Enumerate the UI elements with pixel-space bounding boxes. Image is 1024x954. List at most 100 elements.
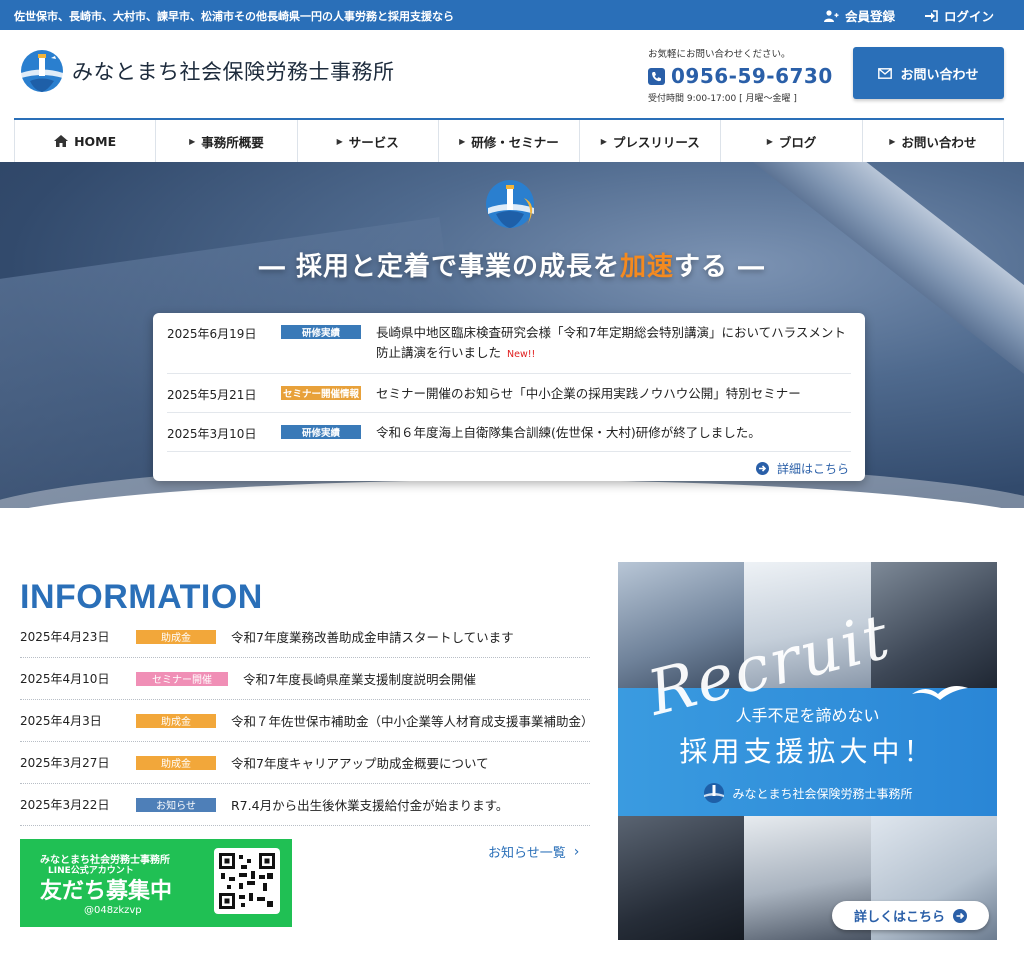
nav-contact-label: お問い合わせ [901, 134, 977, 150]
information-category-badge: セミナー開催 [136, 671, 228, 686]
information-category-badge: 助成金 [136, 713, 216, 728]
envelope-icon [878, 67, 893, 79]
news-title-text: 長崎県中地区臨床検査研究会様「令和7年定期総会特別講演」においてハラスメント防止… [376, 325, 846, 360]
news-category-badge: セミナー開催情報 [281, 386, 361, 400]
lighthouse-logo-icon [21, 50, 63, 92]
nav-training[interactable]: ▶ 研修・セミナー [437, 120, 579, 162]
hero-slogan: ― 採用と定着で事業の成長を加速する ― [0, 246, 1024, 283]
information-date: 2025年4月23日 [20, 630, 110, 644]
hero-slogan-end: する ― [674, 252, 766, 282]
lighthouse-emblem-icon [486, 180, 534, 228]
news-title[interactable]: 令和６年度海上自衛隊集合訓練(佐世保・大村)研修が終了しました。 [376, 423, 761, 443]
caret-right-icon: ▶ [189, 136, 196, 146]
recruit-banner[interactable]: Recruit 人手不足を諦めない 採用支援拡大中！ みなとまち社会保険労務士事… [618, 562, 997, 940]
information-more-link[interactable]: お知らせ一覧 › [488, 842, 580, 862]
information-more-label: お知らせ一覧 [488, 846, 566, 861]
nav-training-label: 研修・セミナー [471, 134, 559, 150]
qr-code-icon [219, 853, 275, 909]
hero-section: ― 採用と定着で事業の成長を加速する ― 2025年6月19日 研修実績 長崎県… [0, 162, 1024, 508]
information-item[interactable]: 2025年3月27日 助成金 令和7年度キャリアアップ助成金概要について [20, 742, 590, 784]
recruit-details-button[interactable]: 詳しくはこちら [832, 901, 989, 930]
main-navigation: HOME ▶ 事務所概要 ▶ サービス ▶ 研修・セミナー ▶ プレスリリース ▶ ブログ… [14, 118, 1004, 162]
information-date: 2025年3月27日 [20, 756, 110, 770]
information-date: 2025年4月3日 [20, 714, 102, 728]
phone-icon [648, 67, 665, 85]
caret-right-icon: ▶ [766, 136, 773, 146]
news-date: 2025年3月10日 [167, 427, 257, 441]
home-icon [54, 135, 69, 147]
news-more-link[interactable]: 詳細はこちら [755, 460, 849, 477]
contact-info: お気軽にお問い合わせください。 0956-59-6730 受付時間 9:00-1… [648, 46, 838, 104]
information-title[interactable]: 令和7年度業務改善助成金申請スタートしています [231, 627, 514, 646]
photo-suit-tie [618, 816, 744, 940]
information-title[interactable]: 令和7年度キャリアアップ助成金概要について [231, 753, 489, 772]
site-tagline: 佐世保市、長崎市、大村市、諫早市、松浦市その他長崎県一円の人事労務と採用支援なら [14, 10, 454, 23]
new-label: New!! [507, 349, 536, 360]
information-title[interactable]: 令和７年佐世保市補助金（中小企業等人材育成支援事業補助金） [231, 711, 594, 730]
caret-right-icon: ▶ [889, 136, 896, 146]
lighthouse-logo-icon [704, 783, 725, 803]
nav-press[interactable]: ▶ プレスリリース [579, 120, 720, 162]
chevron-right-icon: › [573, 843, 580, 860]
information-item[interactable]: 2025年4月3日 助成金 令和７年佐世保市補助金（中小企業等人材育成支援事業補… [20, 700, 594, 742]
nav-about-label: 事務所概要 [201, 134, 264, 150]
qr-code [214, 848, 280, 914]
news-item[interactable]: 2025年6月19日 研修実績 長崎県中地区臨床検査研究会様「令和7年定期総会特… [167, 313, 851, 374]
news-date: 2025年5月21日 [167, 388, 257, 402]
information-item[interactable]: 2025年3月22日 お知らせ R7.4月から出生後休業支援給付金が始まります。 [20, 784, 590, 826]
caret-right-icon: ▶ [336, 136, 343, 146]
contact-note: お気軽にお問い合わせください。 [648, 49, 791, 60]
line-friend-banner[interactable]: みなとまち社会労務士事務所 LINE公式アカウント 友だち募集中 @048zkz… [20, 839, 292, 927]
line-banner-id: @048zkzvp [84, 905, 142, 916]
business-hours: 受付時間 9:00-17:00 [ 月曜～金曜 ] [648, 94, 797, 104]
site-logo[interactable]: みなとまち社会保険労務士事務所 [18, 48, 395, 94]
login-link[interactable]: ログイン [924, 6, 994, 25]
phone-number-text: 0956-59-6730 [671, 64, 833, 88]
news-category-badge: 研修実績 [281, 425, 361, 439]
hero-slogan-start: ― 採用と定着で事業の成長を [258, 252, 620, 282]
inquiry-button[interactable]: お問い合わせ [853, 47, 1004, 99]
inquiry-button-label: お問い合わせ [900, 67, 979, 83]
site-title: みなとまち社会保険労務士事務所 [72, 60, 395, 84]
information-item[interactable]: 2025年4月10日 セミナー開催 令和7年度長崎県産業支援制度説明会開催 [20, 658, 590, 700]
recruit-details-label: 詳しくはこちら [853, 910, 945, 925]
information-heading: INFORMATION [20, 578, 263, 616]
information-item[interactable]: 2025年4月23日 助成金 令和7年度業務改善助成金申請スタートしています [20, 616, 590, 658]
top-bar: 佐世保市、長崎市、大村市、諫早市、松浦市その他長崎県一円の人事労務と採用支援なら… [0, 0, 1024, 30]
nav-services[interactable]: ▶ サービス [296, 120, 438, 162]
nav-blog-label: ブログ [778, 134, 817, 150]
nav-about[interactable]: ▶ 事務所概要 [155, 120, 296, 162]
news-item[interactable]: 2025年3月10日 研修実績 令和６年度海上自衛隊集合訓練(佐世保・大村)研修… [167, 413, 851, 452]
information-title[interactable]: 令和7年度長崎県産業支援制度説明会開催 [243, 669, 476, 688]
information-category-badge: 助成金 [136, 629, 216, 644]
user-plus-icon [823, 9, 839, 22]
nav-services-label: サービス [348, 134, 399, 150]
nav-home-label: HOME [74, 133, 117, 149]
login-label: ログイン [943, 9, 994, 24]
information-date: 2025年3月22日 [20, 798, 110, 812]
recruit-org-name: みなとまち社会保険労務士事務所 [732, 786, 913, 801]
nav-press-label: プレスリリース [612, 134, 700, 150]
information-title[interactable]: R7.4月から出生後休業支援給付金が始まります。 [231, 795, 508, 814]
nav-blog[interactable]: ▶ ブログ [720, 120, 861, 162]
information-category-badge: 助成金 [136, 755, 216, 770]
news-category-badge: 研修実績 [281, 325, 361, 339]
hero-slogan-accent: 加速 [619, 252, 674, 282]
hero-news-card: 2025年6月19日 研修実績 長崎県中地区臨床検査研究会様「令和7年定期総会特… [153, 313, 865, 481]
phone-number[interactable]: 0956-59-6730 [648, 64, 838, 88]
news-title[interactable]: 長崎県中地区臨床検査研究会様「令和7年定期総会特別講演」においてハラスメント防止… [376, 323, 851, 365]
information-category-badge: お知らせ [136, 797, 216, 812]
news-item[interactable]: 2025年5月21日 セミナー開催情報 セミナー開催のお知らせ「中小企業の採用実… [167, 374, 851, 413]
information-date: 2025年4月10日 [20, 672, 110, 686]
member-register-link[interactable]: 会員登録 [823, 6, 895, 25]
arrow-circle-right-icon [755, 462, 769, 475]
recruit-org: みなとまち社会保険労務士事務所 [618, 782, 997, 804]
nav-contact[interactable]: ▶ お問い合わせ [861, 120, 1004, 162]
recruit-headline: 採用支援拡大中！ [679, 735, 936, 768]
site-header: みなとまち社会保険労務士事務所 お気軽にお問い合わせください。 0956-59-… [0, 30, 1024, 118]
nav-home[interactable]: HOME [14, 120, 155, 162]
news-title[interactable]: セミナー開催のお知らせ「中小企業の採用実践ノウハウ公開」特別セミナー [376, 384, 801, 404]
member-register-label: 会員登録 [844, 9, 895, 24]
account-links: 会員登録 ログイン [823, 6, 994, 25]
arrow-circle-right-icon [953, 908, 967, 923]
